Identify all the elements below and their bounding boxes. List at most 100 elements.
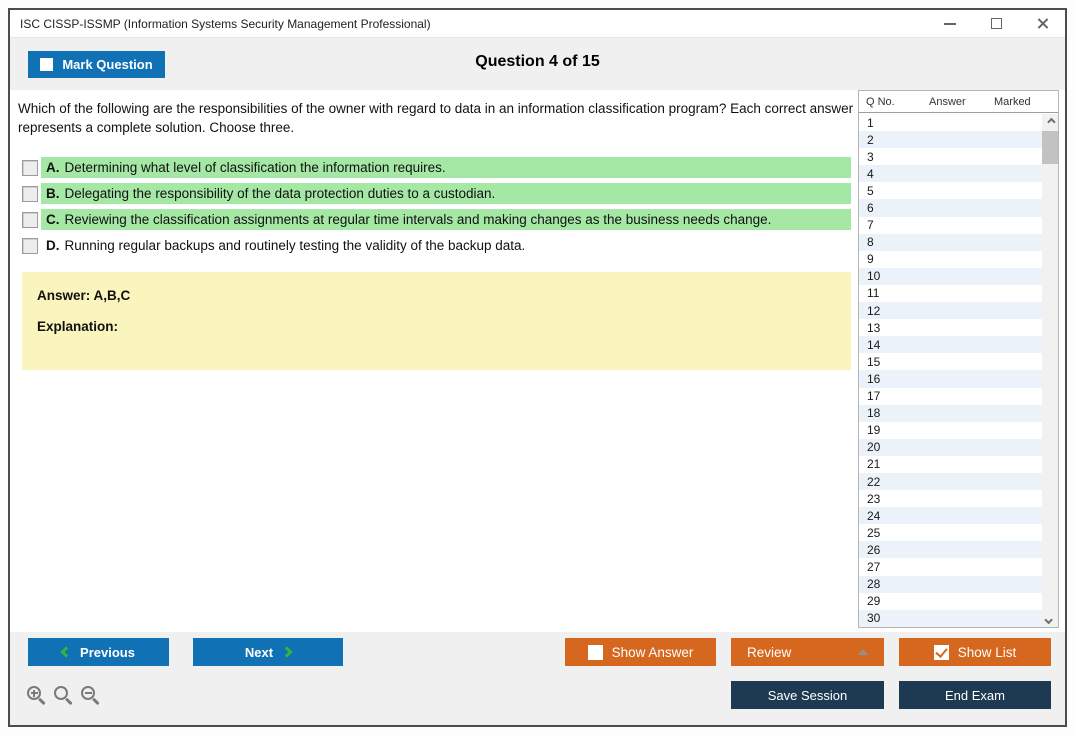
question-list-panel: Q No. Answer Marked 1 2 3 4 5 6 7 8 9 10… bbox=[858, 90, 1059, 628]
scroll-down-button[interactable] bbox=[1042, 612, 1058, 627]
question-list-row[interactable]: 13 bbox=[859, 319, 1042, 336]
question-list-row[interactable]: 5 bbox=[859, 182, 1042, 199]
question-list-row[interactable]: 26 bbox=[859, 541, 1042, 559]
question-number: 3 bbox=[867, 149, 874, 164]
save-session-button[interactable]: Save Session bbox=[731, 681, 884, 709]
zoom-in-icon[interactable] bbox=[27, 686, 41, 700]
question-list-row[interactable]: 29 bbox=[859, 593, 1042, 610]
question-list-row[interactable]: 6 bbox=[859, 199, 1042, 217]
zoom-out-icon[interactable] bbox=[81, 686, 95, 700]
app-window: ISC CISSP-ISSMP (Information Systems Sec… bbox=[8, 8, 1067, 727]
option-text: Determining what level of classification… bbox=[64, 160, 446, 175]
question-list-row[interactable]: 10 bbox=[859, 267, 1042, 285]
maximize-icon bbox=[990, 18, 1002, 29]
question-list-row[interactable]: 9 bbox=[859, 251, 1042, 268]
question-list-row[interactable]: 11 bbox=[859, 285, 1042, 302]
scroll-down-icon bbox=[1044, 615, 1053, 624]
answer-option[interactable]: D. Running regular backups and routinely… bbox=[22, 235, 851, 256]
question-list-row[interactable]: 19 bbox=[859, 422, 1042, 439]
chevron-right-icon bbox=[281, 646, 293, 658]
minimize-button[interactable] bbox=[927, 10, 973, 37]
option-letter: B. bbox=[46, 186, 60, 201]
option-checkbox[interactable] bbox=[22, 237, 38, 254]
next-button[interactable]: Next bbox=[193, 638, 343, 666]
answer-option[interactable]: B. Delegating the responsibility of the … bbox=[22, 183, 851, 204]
footer-bar: Previous Next Show Answer Review Show Li… bbox=[10, 632, 1065, 725]
maximize-button[interactable] bbox=[973, 10, 1019, 37]
window-controls bbox=[927, 10, 1065, 37]
show-answer-checkbox[interactable] bbox=[587, 644, 603, 660]
option-body: D. Running regular backups and routinely… bbox=[41, 235, 851, 256]
review-dropdown-button[interactable]: Review bbox=[731, 638, 884, 666]
answer-box: Answer: A,B,C Explanation: bbox=[22, 272, 851, 370]
show-list-button[interactable]: Show List bbox=[899, 638, 1051, 666]
question-list-scrollbar[interactable] bbox=[1042, 114, 1058, 627]
question-number: 20 bbox=[867, 440, 881, 455]
triangle-up-icon bbox=[858, 649, 868, 655]
question-list-row[interactable]: 18 bbox=[859, 404, 1042, 422]
answer-option[interactable]: C. Reviewing the classification assignme… bbox=[22, 209, 851, 230]
question-list-row[interactable]: 30 bbox=[859, 609, 1042, 627]
question-number: 18 bbox=[867, 406, 881, 421]
question-number: 25 bbox=[867, 525, 881, 540]
question-list-header: Q No. Answer Marked bbox=[859, 91, 1058, 113]
question-number: 19 bbox=[867, 423, 881, 438]
question-text: Which of the following are the responsib… bbox=[18, 101, 854, 135]
scrollbar-thumb[interactable] bbox=[1042, 131, 1058, 164]
question-list-row[interactable]: 17 bbox=[859, 388, 1042, 405]
question-number: 23 bbox=[867, 491, 881, 506]
question-number: 10 bbox=[867, 269, 881, 284]
question-list-row[interactable]: 27 bbox=[859, 558, 1042, 575]
show-answer-label: Show Answer bbox=[611, 644, 694, 660]
question-number: 24 bbox=[867, 508, 881, 523]
question-list-row[interactable]: 16 bbox=[859, 370, 1042, 388]
question-list-row[interactable]: 4 bbox=[859, 165, 1042, 183]
question-list-row[interactable]: 14 bbox=[859, 336, 1042, 354]
chevron-left-icon bbox=[60, 646, 72, 658]
column-answer: Answer bbox=[929, 96, 966, 108]
option-body: B. Delegating the responsibility of the … bbox=[41, 183, 851, 204]
question-list-row[interactable]: 20 bbox=[859, 438, 1042, 456]
option-text: Delegating the responsibility of the dat… bbox=[64, 186, 496, 201]
question-list-row[interactable]: 24 bbox=[859, 507, 1042, 525]
question-list-row[interactable]: 3 bbox=[859, 148, 1042, 165]
answer-option[interactable]: A. Determining what level of classificat… bbox=[22, 157, 851, 178]
scroll-up-icon bbox=[1047, 117, 1056, 126]
option-checkbox[interactable] bbox=[22, 211, 38, 228]
review-label: Review bbox=[747, 644, 792, 660]
question-list-row[interactable]: 22 bbox=[859, 472, 1042, 491]
question-list-row[interactable]: 12 bbox=[859, 302, 1042, 320]
question-list-row[interactable]: 23 bbox=[859, 490, 1042, 507]
option-text: Running regular backups and routinely te… bbox=[64, 238, 526, 253]
question-number: 4 bbox=[867, 166, 874, 181]
previous-button[interactable]: Previous bbox=[28, 638, 169, 666]
end-exam-button[interactable]: End Exam bbox=[899, 681, 1051, 709]
question-number: 1 bbox=[867, 115, 874, 130]
question-list-body: 1 2 3 4 5 6 7 8 9 10 11 12 13 14 15 16 1… bbox=[859, 114, 1058, 627]
question-list-rows: 1 2 3 4 5 6 7 8 9 10 11 12 13 14 15 16 1… bbox=[859, 114, 1042, 627]
close-button[interactable] bbox=[1019, 10, 1065, 37]
zoom-reset-icon[interactable] bbox=[54, 686, 68, 700]
question-number: 11 bbox=[867, 286, 880, 301]
question-list-row[interactable]: 8 bbox=[859, 233, 1042, 251]
option-checkbox[interactable] bbox=[22, 159, 38, 176]
question-list-row[interactable]: 28 bbox=[859, 575, 1042, 593]
question-number: 8 bbox=[867, 235, 874, 250]
previous-label: Previous bbox=[80, 644, 135, 660]
option-checkbox[interactable] bbox=[22, 185, 38, 202]
question-list-row[interactable]: 15 bbox=[859, 353, 1042, 370]
question-list-row[interactable]: 25 bbox=[859, 524, 1042, 541]
question-list-row[interactable]: 2 bbox=[859, 131, 1042, 149]
option-body: A. Determining what level of classificat… bbox=[41, 157, 851, 178]
show-answer-button[interactable]: Show Answer bbox=[565, 638, 716, 666]
show-list-checkbox[interactable] bbox=[933, 644, 949, 660]
close-icon bbox=[1036, 17, 1049, 30]
question-number: 15 bbox=[867, 354, 881, 369]
minimize-icon bbox=[944, 22, 956, 25]
question-list-row[interactable]: 7 bbox=[859, 217, 1042, 234]
question-number: 27 bbox=[867, 559, 881, 574]
question-list-row[interactable]: 1 bbox=[859, 114, 1042, 131]
scroll-up-button[interactable] bbox=[1042, 114, 1058, 129]
question-number: 13 bbox=[867, 320, 881, 335]
question-list-row[interactable]: 21 bbox=[859, 456, 1042, 473]
